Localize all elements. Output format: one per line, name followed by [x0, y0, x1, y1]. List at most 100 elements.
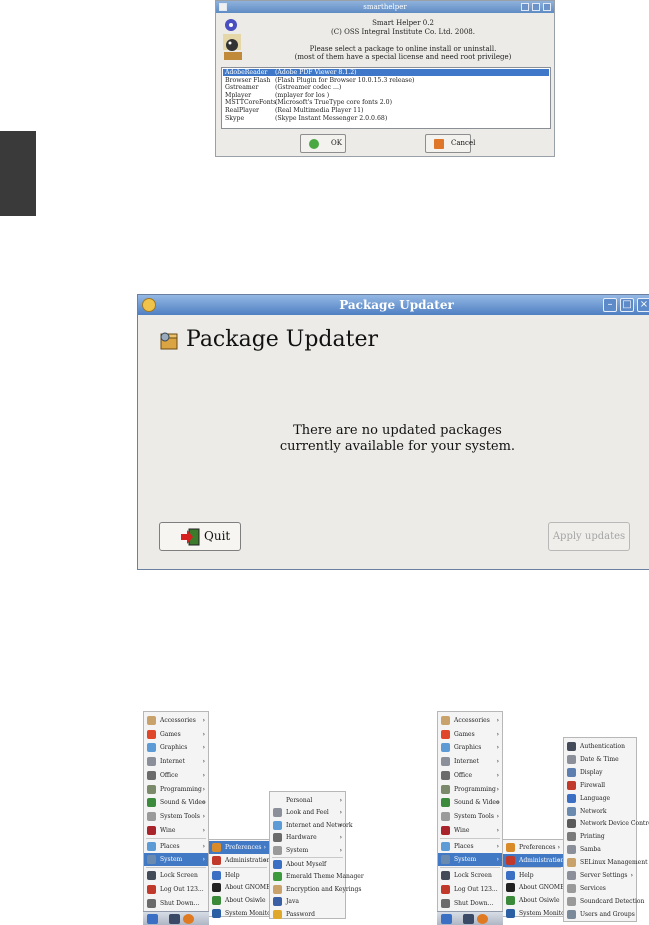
- list-item[interactable]: Gstreamer (Gstreamer codec ...): [223, 84, 549, 91]
- menu-item-label: Server Settings: [580, 872, 628, 879]
- desktop-icon[interactable]: [169, 914, 180, 924]
- menu-item[interactable]: Wine ›: [438, 824, 502, 837]
- menu-item[interactable]: Firewall: [564, 779, 636, 792]
- firefox-icon[interactable]: [477, 914, 488, 924]
- menu-item-label: Date & Time: [580, 755, 619, 763]
- menu-item[interactable]: Users and Groups: [564, 908, 636, 921]
- menu-item[interactable]: Network Device Control: [564, 817, 649, 830]
- menu-item[interactable]: Printing: [564, 830, 636, 843]
- menu-item[interactable]: Display: [564, 766, 636, 779]
- maximize-icon[interactable]: □: [620, 298, 634, 312]
- list-item[interactable]: RealPlayer (Real Multimedia Player 11): [223, 107, 549, 114]
- menu-item[interactable]: About GNOME: [503, 881, 564, 894]
- menu-item[interactable]: Office ›: [438, 769, 502, 782]
- menu-item[interactable]: Language: [564, 792, 636, 805]
- menu-item[interactable]: Encryption and Keyrings: [270, 883, 361, 896]
- close-icon[interactable]: [543, 3, 551, 11]
- menu-item[interactable]: Log Out 123...: [438, 883, 502, 896]
- menu-item[interactable]: Lock Screen: [144, 869, 208, 882]
- menu-item-label: Network: [580, 807, 607, 815]
- menu-item[interactable]: Administration ›: [209, 854, 270, 867]
- list-item[interactable]: MSTTCoreFonts (Microsoft's TrueType core …: [223, 99, 549, 106]
- menu-item[interactable]: Wine ›: [144, 824, 208, 837]
- menu-item[interactable]: Preferences ›: [209, 841, 269, 854]
- minimize-icon[interactable]: [521, 3, 529, 11]
- menu-item[interactable]: Personal ›: [270, 794, 345, 807]
- menu-item[interactable]: Games ›: [144, 728, 208, 741]
- package-list[interactable]: AdobeReader (Adobe PDF Viewer 8.1.2) Brows…: [221, 67, 551, 129]
- menu-item[interactable]: Graphics ›: [438, 741, 502, 754]
- menu-item[interactable]: Help: [503, 869, 563, 882]
- menu-item[interactable]: Administration ›: [503, 853, 564, 867]
- firefox-icon[interactable]: [183, 914, 194, 924]
- menu-item[interactable]: Programming ›: [144, 783, 208, 796]
- list-item[interactable]: Browser Flash (Flash Plugin for Browser 1…: [223, 77, 549, 84]
- menu-item-icon: [441, 770, 450, 780]
- quit-button[interactable]: Quit: [159, 522, 241, 551]
- menu-item[interactable]: Look and Feel ›: [270, 806, 345, 819]
- menu-item[interactable]: Programming ›: [438, 783, 502, 796]
- menu-item[interactable]: Network: [564, 805, 636, 818]
- desktop-icon[interactable]: [463, 914, 474, 924]
- menu-item[interactable]: System ›: [144, 853, 208, 866]
- menu-item[interactable]: System Tools ›: [144, 810, 208, 823]
- menu-item[interactable]: Preferences ›: [503, 841, 563, 854]
- menu-item[interactable]: System ›: [438, 853, 502, 866]
- menu-item[interactable]: Graphics ›: [144, 741, 208, 754]
- menu-item[interactable]: Internet and Network ›: [270, 819, 352, 832]
- menu-item[interactable]: Sound & Video ›: [438, 796, 502, 809]
- package-name: RealPlayer: [225, 107, 259, 114]
- chevron-right-icon: ›: [202, 856, 205, 863]
- list-item[interactable]: AdobeReader (Adobe PDF Viewer 8.1.2): [223, 69, 549, 77]
- package-name: Browser Flash: [225, 76, 271, 84]
- menu-item[interactable]: Services: [564, 882, 636, 895]
- menu-item[interactable]: System Monitor: [503, 907, 568, 920]
- menu-item[interactable]: Sound & Video ›: [144, 796, 208, 809]
- menu-item[interactable]: Accessories ›: [438, 714, 502, 727]
- menu-item[interactable]: About GNOME: [209, 881, 270, 894]
- menu-item[interactable]: Java: [270, 895, 345, 908]
- menu-item[interactable]: Soundcard Detection: [564, 895, 644, 908]
- minimize-icon[interactable]: –: [603, 298, 617, 312]
- menu-item-icon: [506, 896, 515, 906]
- list-item[interactable]: Skype (Skype Instant Messenger 2.0.0.68): [223, 115, 549, 122]
- menu-item[interactable]: Games ›: [438, 728, 502, 741]
- menu-item[interactable]: System Monitor: [209, 907, 274, 920]
- menu-item[interactable]: Places ›: [438, 840, 502, 853]
- menu-item[interactable]: Lock Screen: [438, 869, 502, 882]
- menu-item[interactable]: Samba: [564, 843, 636, 856]
- menu-icon[interactable]: [441, 914, 452, 924]
- apply-updates-button[interactable]: Apply updates: [548, 522, 630, 551]
- menu-item[interactable]: About Osiwle: [209, 894, 269, 907]
- menu-item[interactable]: System Tools ›: [438, 810, 502, 823]
- menu-item[interactable]: System ›: [270, 844, 345, 857]
- quit-icon: [181, 528, 200, 546]
- menu-item[interactable]: Places ›: [144, 840, 208, 853]
- menu-item[interactable]: Shut Down...: [438, 897, 502, 910]
- menu-item[interactable]: Shut Down...: [144, 897, 208, 910]
- ok-button[interactable]: OK: [300, 134, 346, 153]
- menu-item[interactable]: About Osiwle: [503, 894, 563, 907]
- maximize-icon[interactable]: [532, 3, 540, 11]
- close-icon[interactable]: ×: [637, 298, 649, 312]
- menu-item[interactable]: Date & Time: [564, 753, 636, 766]
- menu-item[interactable]: Password: [270, 908, 345, 921]
- menu-item[interactable]: Internet ›: [144, 755, 208, 768]
- ok-label: OK: [331, 139, 342, 147]
- menu-icon[interactable]: [147, 914, 158, 924]
- menu-item[interactable]: Authentication: [564, 740, 636, 753]
- menu-item[interactable]: Hardware ›: [270, 831, 345, 844]
- chevron-right-icon: ›: [496, 771, 499, 779]
- menu-item[interactable]: Accessories ›: [144, 714, 208, 727]
- menu-item[interactable]: Help: [209, 869, 269, 882]
- menu-item[interactable]: SELinux Management: [564, 856, 647, 869]
- menu-item[interactable]: Office ›: [144, 769, 208, 782]
- list-item[interactable]: Mplayer (mplayer for los ): [223, 92, 549, 99]
- package-description: (Real Multimedia Player 11): [275, 107, 364, 114]
- menu-item[interactable]: Server Settings ›: [564, 869, 636, 882]
- menu-item[interactable]: Emerald Theme Manager: [270, 870, 364, 883]
- cancel-button[interactable]: Cancel: [425, 134, 475, 153]
- menu-item[interactable]: About Myself: [270, 858, 345, 871]
- menu-item[interactable]: Internet ›: [438, 755, 502, 768]
- menu-item[interactable]: Log Out 123...: [144, 883, 208, 896]
